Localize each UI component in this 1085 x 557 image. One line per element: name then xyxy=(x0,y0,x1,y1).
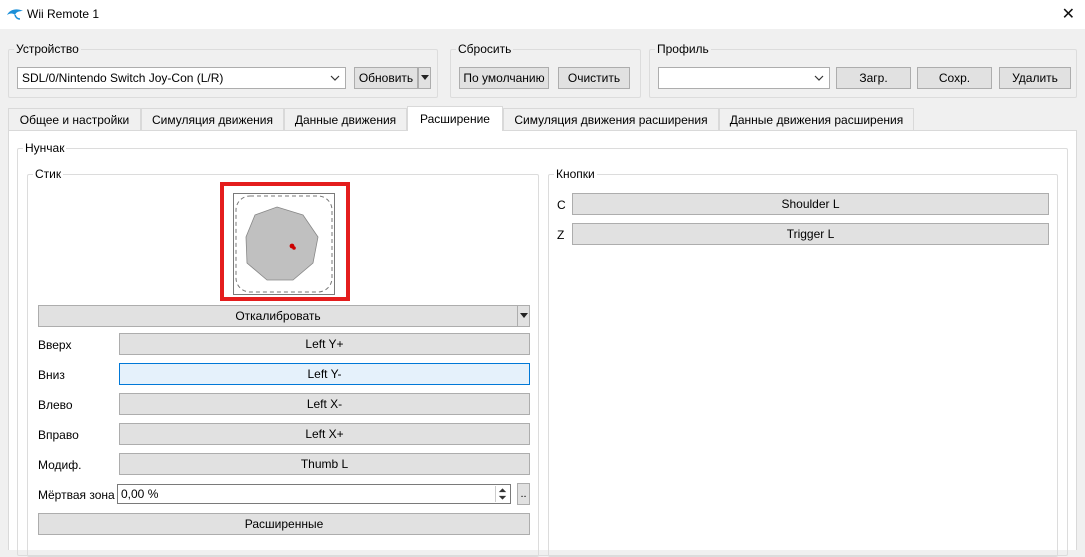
modifier-label: Модиф. xyxy=(38,458,82,472)
highlight-rectangle xyxy=(220,182,350,301)
stick-group-label: Стик xyxy=(35,167,62,181)
refresh-button[interactable]: Обновить xyxy=(354,67,418,89)
delete-button[interactable]: Удалить xyxy=(999,67,1071,89)
refresh-dropdown-button[interactable] xyxy=(418,67,431,89)
advanced-button[interactable]: Расширенные xyxy=(38,513,530,535)
chevron-down-icon xyxy=(330,75,340,81)
tab-extension-motion-input[interactable]: Данные движения расширения xyxy=(719,108,914,130)
deadzone-more-label: .. xyxy=(520,488,527,500)
deadzone-spinbox[interactable]: 0,00 % xyxy=(117,484,511,504)
calibrate-button[interactable]: Откалибровать xyxy=(38,305,518,327)
deadzone-label: Мёртвая зона xyxy=(38,488,115,502)
buttons-group-label: Кнопки xyxy=(556,167,595,181)
deadzone-more-button[interactable]: .. xyxy=(517,483,530,505)
device-select[interactable]: SDL/0/Nintendo Switch Joy-Con (L/R) xyxy=(17,67,346,89)
deadzone-value: 0,00 % xyxy=(121,487,159,501)
tab-motion-simulation-label: Симуляция движения xyxy=(151,112,273,127)
window-title: Wii Remote 1 xyxy=(27,7,100,21)
close-icon[interactable]: ✕ xyxy=(1062,4,1075,24)
c-mapping-button[interactable]: Shoulder L xyxy=(572,193,1049,215)
spin-arrows-icon[interactable] xyxy=(495,486,509,502)
right-mapping-button[interactable]: Left X+ xyxy=(119,423,530,445)
down-mapping-button[interactable]: Left Y- xyxy=(119,363,530,385)
reset-group-label: Сбросить xyxy=(458,42,512,56)
title-bar: Wii Remote 1 ✕ xyxy=(0,0,1085,29)
load-button-label: Загр. xyxy=(859,71,888,85)
save-button-label: Сохр. xyxy=(938,71,971,85)
tab-extension-motion-simulation-label: Симуляция движения расширения xyxy=(514,112,708,127)
dolphin-icon xyxy=(7,9,23,20)
load-button[interactable]: Загр. xyxy=(836,67,911,89)
z-mapping-button[interactable]: Trigger L xyxy=(572,223,1049,245)
c-mapping-value: Shoulder L xyxy=(781,197,840,211)
device-select-value: SDL/0/Nintendo Switch Joy-Con (L/R) xyxy=(22,71,224,85)
chevron-down-icon xyxy=(814,75,824,81)
tab-general-label: Общее и настройки xyxy=(19,112,130,127)
refresh-button-label: Обновить xyxy=(358,71,414,85)
up-label: Вверх xyxy=(38,338,72,352)
left-label: Влево xyxy=(38,398,73,412)
z-mapping-value: Trigger L xyxy=(786,227,835,241)
up-mapping-button[interactable]: Left Y+ xyxy=(119,333,530,355)
device-group-label: Устройство xyxy=(16,42,79,56)
up-mapping-value: Left Y+ xyxy=(305,337,344,351)
right-label: Вправо xyxy=(38,428,79,442)
down-label: Вниз xyxy=(38,368,65,382)
tab-general[interactable]: Общее и настройки xyxy=(8,108,141,130)
tab-motion-input[interactable]: Данные движения xyxy=(284,108,407,130)
profile-group-label: Профиль xyxy=(657,42,709,56)
caret-down-icon xyxy=(420,75,429,80)
save-button[interactable]: Сохр. xyxy=(917,67,992,89)
nunchuk-group-label: Нунчак xyxy=(25,141,65,155)
down-mapping-value: Left Y- xyxy=(307,367,342,381)
tab-extension-motion-input-label: Данные движения расширения xyxy=(729,112,904,127)
calibrate-button-label: Откалибровать xyxy=(235,309,321,323)
tab-motion-input-label: Данные движения xyxy=(294,112,397,127)
calibrate-dropdown-button[interactable] xyxy=(517,305,530,327)
profile-select[interactable] xyxy=(658,67,830,89)
default-button-label: По умолчанию xyxy=(463,71,545,85)
z-button-label: Z xyxy=(557,228,565,242)
delete-button-label: Удалить xyxy=(1012,71,1058,85)
tab-extension-label: Расширение xyxy=(420,112,490,126)
caret-down-icon xyxy=(519,313,528,318)
default-button[interactable]: По умолчанию xyxy=(459,67,549,89)
tab-motion-simulation[interactable]: Симуляция движения xyxy=(141,108,284,130)
tab-extension-motion-simulation[interactable]: Симуляция движения расширения xyxy=(503,108,719,130)
clear-button-label: Очистить xyxy=(567,71,621,85)
tab-extension[interactable]: Расширение xyxy=(407,106,503,131)
left-mapping-button[interactable]: Left X- xyxy=(119,393,530,415)
modifier-mapping-value: Thumb L xyxy=(300,457,349,471)
left-mapping-value: Left X- xyxy=(306,397,343,411)
modifier-mapping-button[interactable]: Thumb L xyxy=(119,453,530,475)
clear-button[interactable]: Очистить xyxy=(558,67,630,89)
c-button-label: C xyxy=(557,198,566,212)
advanced-button-label: Расширенные xyxy=(244,517,324,531)
right-mapping-value: Left X+ xyxy=(305,427,344,441)
